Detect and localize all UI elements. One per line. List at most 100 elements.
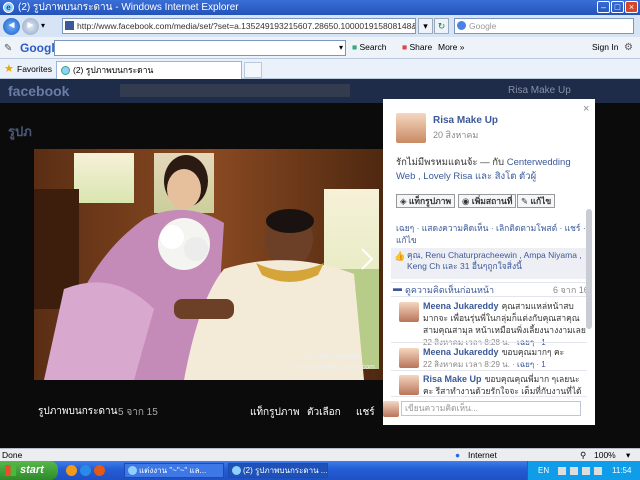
zoom-icon[interactable]: ⚲ — [580, 450, 586, 461]
photo-illustration: โทร 084-7520882 www.wedding-studio.com — [34, 149, 383, 380]
taskbar-item-label: (2) รูปภาพบนกระดาน ... — [243, 466, 328, 475]
post-date[interactable]: 20 สิงหาคม — [433, 128, 478, 142]
favorites-bar: ★ Favorites (2) รูปภาพบนกระดาน — [0, 59, 640, 79]
minimize-button[interactable]: – — [597, 1, 610, 13]
panel-scrollbar[interactable] — [586, 209, 592, 329]
author-name[interactable]: Risa Make Up — [433, 115, 498, 126]
clock: 11:54 — [612, 466, 632, 475]
start-label: start — [20, 464, 44, 476]
comment-item: Risa Make Up ขอบคุณคุณพี่มาก ๆเลยนะคะ รี… — [391, 373, 587, 395]
comment-count: 6 จาก 16 — [553, 285, 589, 295]
comment-time[interactable]: 22 สิงหาคม เวลา 8:29 น. — [423, 360, 510, 369]
comment-input[interactable]: เขียนความคิดเห็น... — [401, 401, 581, 416]
divider — [391, 342, 587, 343]
photo-watermark-line2: www.wedding-studio.com — [295, 364, 375, 371]
search-icon: ■ — [352, 42, 358, 52]
commenter-avatar[interactable] — [399, 348, 419, 368]
maximize-button[interactable]: □ — [611, 1, 624, 13]
share-button[interactable]: ■ Share — [400, 40, 434, 56]
commenter-name[interactable]: Meena Jukareddy — [423, 301, 499, 311]
edit-label: แก้ไข — [530, 196, 552, 206]
address-url: http://www.facebook.com/media/set/?set=a… — [77, 21, 415, 31]
window-title: (2) รูปภาพบนกระดาน - Windows Internet Ex… — [18, 2, 239, 13]
photo-info-panel: Risa Make Up 20 สิงหาคม รักไม่มีพรหมแดนจ… — [383, 99, 595, 425]
add-location-label: เพิ่มสถานที่ — [471, 196, 513, 206]
background-title: รูปภ — [8, 124, 32, 139]
zoom-level[interactable]: 100% — [594, 450, 616, 461]
options-link[interactable]: ตัวเลือก — [307, 405, 341, 420]
browser-tab[interactable]: (2) รูปภาพบนกระดาน — [56, 61, 242, 79]
tray-icon[interactable] — [570, 467, 578, 475]
comment-like-count[interactable]: 1 — [541, 360, 545, 369]
taskbar-item[interactable]: แต่งงาน "~"~" แล... — [124, 463, 224, 478]
commenter-avatar[interactable] — [399, 302, 419, 322]
google-icon — [457, 21, 466, 30]
search-label: Search — [359, 42, 387, 52]
facebook-user[interactable]: Risa Make Up — [508, 85, 571, 96]
globe-icon: ● — [455, 450, 461, 460]
tag-photo-button[interactable]: ◈ แท็กรูปภาพ — [396, 194, 456, 208]
wrench-icon[interactable]: ✎ — [4, 43, 12, 54]
taskbar: start แต่งงาน "~"~" แล... (2) รูปภาพบนกร… — [0, 461, 640, 480]
dropdown-icon[interactable]: ▾ — [418, 18, 433, 34]
taskbar-item-label: แต่งงาน "~"~" แล... — [139, 466, 207, 475]
favorites-label[interactable]: Favorites — [17, 64, 52, 74]
tray-icon[interactable] — [594, 467, 602, 475]
start-button[interactable]: start — [0, 461, 58, 480]
comment-bubble-icon: ▬ — [393, 283, 402, 293]
firefox-icon[interactable] — [94, 465, 105, 476]
location-icon: ◉ — [462, 196, 470, 206]
new-tab-button[interactable] — [244, 62, 262, 78]
thumbs-up-icon: 👍 — [394, 251, 406, 261]
facebook-favicon-icon — [65, 21, 74, 30]
google-toolbar: ✎ Google ▾ ■ Search ■ Share More » Sign … — [0, 37, 640, 59]
photo-watermark-line1: โทร 084-7520882 — [304, 352, 359, 361]
settings-icon[interactable]: ⚙ — [624, 42, 633, 53]
status-bar: Done ● Internet ⚲ 100% ▾ — [0, 448, 640, 461]
close-button[interactable]: × — [625, 1, 638, 13]
address-row: ◄ ► ▾ http://www.facebook.com/media/set/… — [0, 15, 640, 37]
commenter-name[interactable]: Risa Make Up — [423, 374, 482, 384]
google-search-input[interactable] — [54, 40, 346, 56]
album-title[interactable]: รูปภาพบนกระดาน — [38, 404, 117, 419]
photo-count: 5 จาก 15 — [118, 407, 158, 418]
share-link[interactable]: แชร์ — [356, 405, 375, 420]
tag-photo-label: แท็กรูปภาพ — [408, 196, 452, 206]
likes-text[interactable]: คุณ, Renu Chaturpracheewin , Ampa Niyama… — [407, 250, 585, 272]
tray-icon[interactable] — [558, 467, 566, 475]
edit-button[interactable]: ✎ แก้ไข — [517, 194, 556, 208]
refresh-icon[interactable]: ↻ — [434, 18, 449, 34]
nav-dropdown-icon[interactable]: ▾ — [41, 21, 45, 30]
quicklaunch-icon[interactable] — [80, 465, 91, 476]
language-indicator[interactable]: EN — [538, 461, 549, 480]
tag-photo-link[interactable]: แท็กรูปภาพ — [250, 405, 300, 420]
windows-logo-icon — [5, 465, 16, 476]
browser-search-input[interactable]: Google — [454, 18, 634, 34]
window-titlebar: e (2) รูปภาพบนกระดาน - Windows Internet … — [0, 0, 640, 15]
tray-icon[interactable] — [582, 467, 590, 475]
taskbar-item-active[interactable]: (2) รูปภาพบนกระดาน ... — [228, 463, 328, 478]
comment-like-link[interactable]: เฉยๆ — [517, 360, 534, 369]
close-icon[interactable]: × — [583, 103, 589, 115]
author-avatar[interactable] — [396, 113, 426, 143]
forward-icon[interactable]: ► — [22, 18, 39, 35]
quicklaunch-icon[interactable] — [66, 465, 77, 476]
facebook-logo[interactable]: facebook — [8, 83, 69, 99]
add-location-button[interactable]: ◉ เพิ่มสถานที่ — [458, 194, 517, 208]
commenter-avatar[interactable] — [399, 375, 419, 395]
commenter-name[interactable]: Meena Jukareddy — [423, 347, 499, 357]
more-button[interactable]: More » — [436, 40, 466, 56]
facebook-search[interactable] — [120, 84, 350, 97]
post-actions[interactable]: เฉยๆ · แสดงความคิดเห็น · เลิกติดตามโพสต์… — [396, 222, 591, 246]
back-icon[interactable]: ◄ — [3, 18, 20, 35]
zoom-dropdown-icon[interactable]: ▾ — [626, 450, 630, 461]
google-dropdown-icon[interactable]: ▾ — [339, 43, 343, 52]
address-input[interactable]: http://www.facebook.com/media/set/?set=a… — [62, 18, 416, 34]
ie-icon — [232, 466, 241, 475]
favorites-star-icon[interactable]: ★ — [4, 62, 14, 75]
sign-in-button[interactable]: Sign In — [590, 40, 620, 56]
google-search-button[interactable]: ■ Search — [350, 40, 388, 56]
wedding-photo[interactable]: โทร 084-7520882 www.wedding-studio.com — [34, 149, 383, 380]
view-previous-comments[interactable]: ดูความคิดเห็นก่อนหน้า — [405, 283, 494, 297]
post-caption: รักไม่มีพรหมแดนจ้ะ — กับ Centerwedding W… — [396, 156, 586, 184]
